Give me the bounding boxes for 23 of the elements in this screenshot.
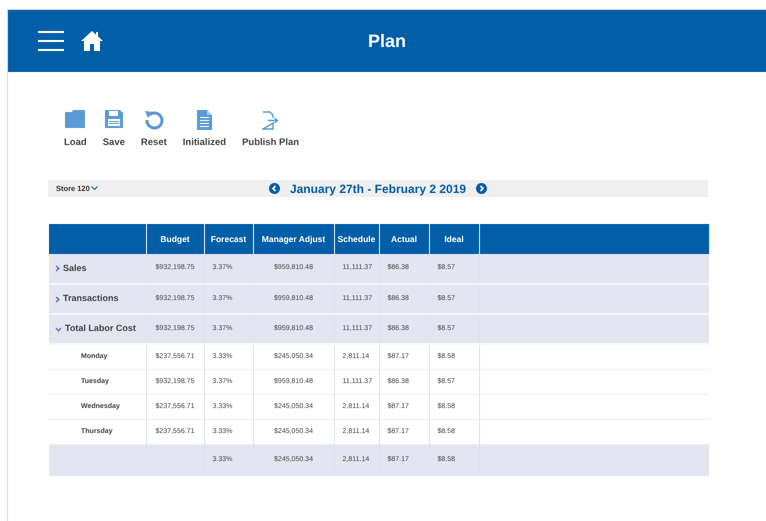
reset-icon (144, 110, 164, 130)
export-icon (262, 110, 280, 130)
expandable-row-label[interactable]: Transactions (55, 292, 119, 306)
previous-icon[interactable] (268, 183, 280, 194)
chevron-right-icon (55, 265, 60, 272)
save-icon (104, 110, 123, 128)
folder-icon (65, 110, 86, 128)
toolbar-button[interactable]: Save (96, 110, 131, 150)
toolbar-button[interactable]: Load (58, 110, 93, 150)
chevron-right-icon (55, 296, 60, 302)
date-range: January 27th - February 2 2019 (290, 180, 466, 198)
toolbar-button[interactable]: Reset (134, 110, 173, 150)
document-icon (196, 110, 212, 130)
expandable-row-label[interactable]: Sales (55, 262, 87, 276)
toolbar-button[interactable]: Publish Plan (236, 110, 306, 150)
expandable-row-label[interactable]: Total Labor Cost (55, 322, 136, 336)
chevron-down-icon (55, 326, 62, 332)
page-title: Plan (368, 30, 406, 50)
caret-icon (90, 186, 98, 191)
toolbar-button[interactable]: Initialized (176, 110, 232, 150)
menu-icon[interactable] (38, 30, 64, 52)
next-icon[interactable] (476, 183, 488, 194)
home-icon[interactable] (80, 30, 104, 52)
